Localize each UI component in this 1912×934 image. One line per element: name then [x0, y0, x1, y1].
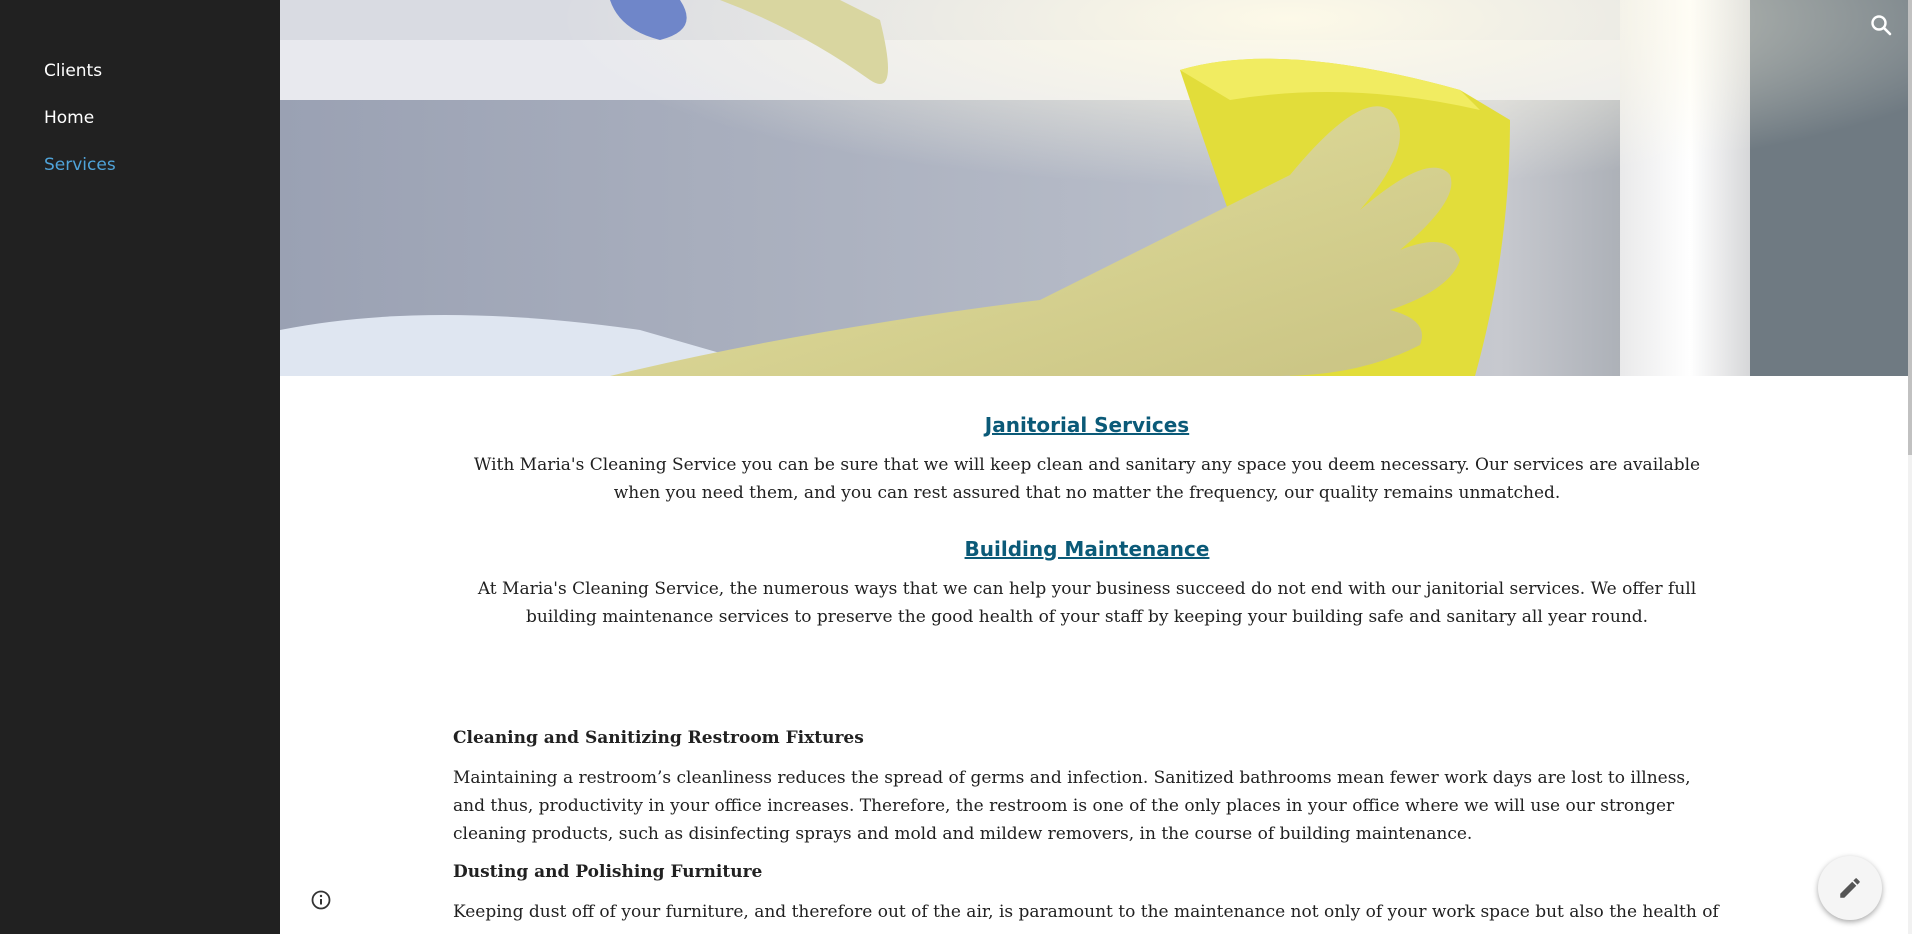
main-content-area: Janitorial Services With Maria's Cleanin… [280, 0, 1908, 934]
page-body: Janitorial Services With Maria's Cleanin… [453, 376, 1721, 934]
search-button[interactable] [1866, 10, 1896, 40]
info-icon [311, 890, 331, 910]
section-body-dusting: Keeping dust off of your furniture, and … [453, 902, 1719, 934]
sidebar-nav: Clients Home Services [0, 0, 280, 934]
hero-banner-image [280, 0, 1908, 376]
scrollbar[interactable] [1908, 0, 1912, 934]
sidebar-item-clients[interactable]: Clients [44, 61, 102, 81]
maintenance-description: At Maria's Cleaning Service, the numerou… [477, 579, 1697, 627]
heading-janitorial-services[interactable]: Janitorial Services [453, 413, 1721, 437]
heading-building-maintenance[interactable]: Building Maintenance [453, 537, 1721, 561]
search-icon [1871, 15, 1892, 36]
sidebar-item-services[interactable]: Services [44, 155, 116, 175]
janitorial-description: With Maria's Cleaning Service you can be… [473, 455, 1701, 503]
scrollbar-thumb[interactable] [1908, 0, 1912, 455]
edit-button[interactable] [1818, 856, 1882, 920]
section-title-dusting: Dusting and Polishing Furniture [453, 862, 763, 882]
site-info-button[interactable] [310, 889, 332, 911]
pencil-icon [1840, 878, 1860, 898]
sidebar-item-home[interactable]: Home [44, 108, 94, 128]
section-title-restroom: Cleaning and Sanitizing Restroom Fixture… [453, 728, 864, 748]
section-body-restroom: Maintaining a restroom’s cleanliness red… [453, 768, 1691, 844]
cleaning-glove-illustration [280, 0, 1908, 376]
